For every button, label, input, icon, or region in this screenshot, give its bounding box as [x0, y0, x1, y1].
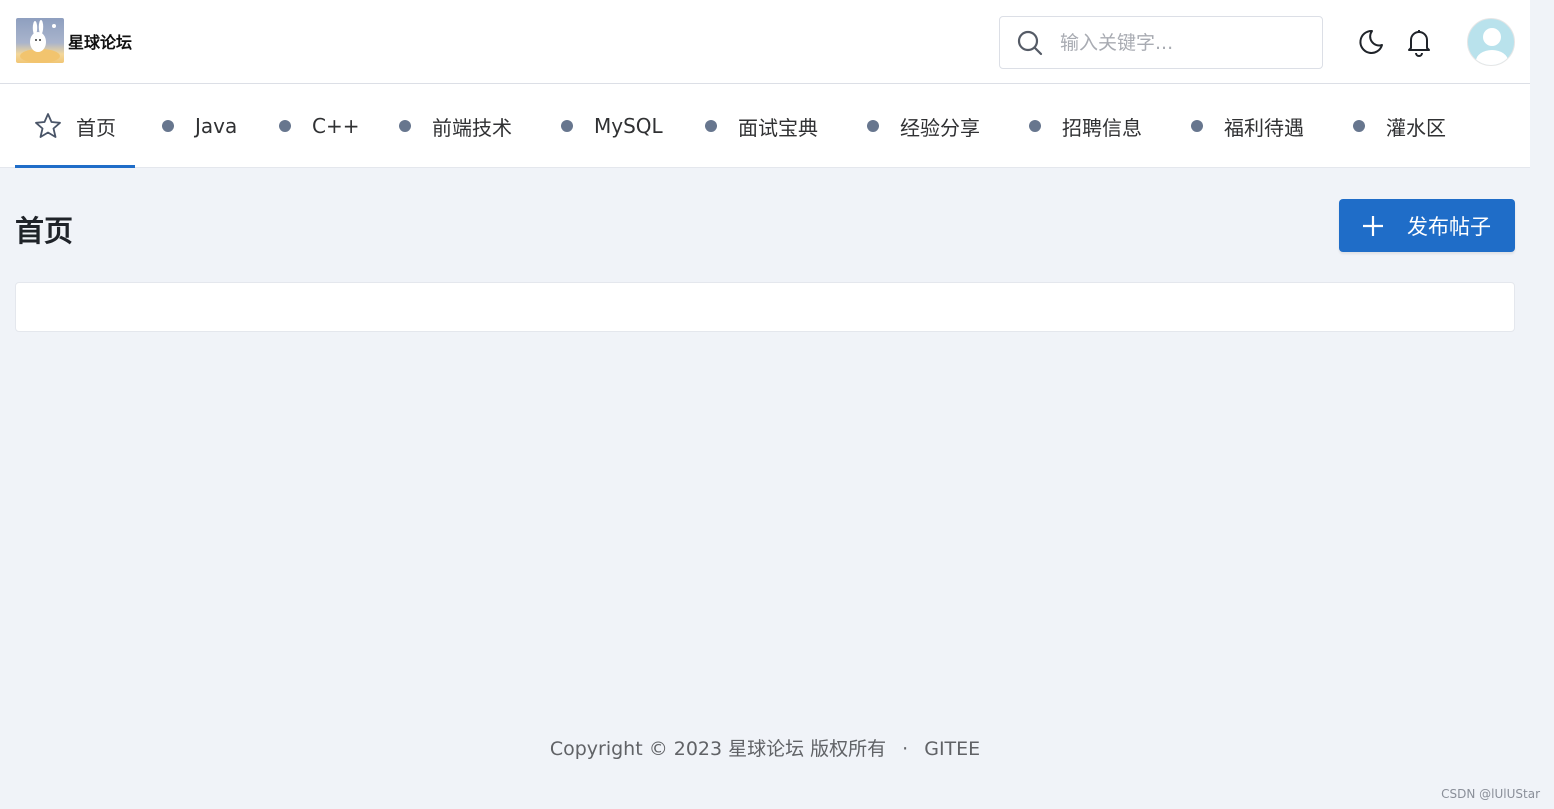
nav-item-label: 灌水区: [1386, 115, 1446, 140]
search-icon: [1017, 30, 1043, 55]
copyright-text: Copyright © 2023 星球论坛 版权所有: [549, 738, 887, 760]
nav-item-label: 福利待遇: [1224, 115, 1304, 140]
gitee-link[interactable]: GITEE: [924, 738, 980, 760]
nav-item-benefits[interactable]: 福利待遇: [1191, 84, 1304, 168]
dot-icon: [1353, 120, 1365, 132]
page-title: 首页: [15, 214, 74, 248]
nav-item-label: Java: [195, 114, 238, 138]
nav-item-interview[interactable]: 面试宝典: [705, 84, 818, 168]
dot-icon: [162, 120, 174, 132]
nav-item-label: 首页: [76, 115, 116, 140]
footer: Copyright © 2023 星球论坛 版权所有 · GITEE: [0, 734, 1530, 761]
nav-item-label: 经验分享: [900, 115, 980, 140]
logo[interactable]: 星球论坛: [16, 18, 132, 63]
plus-icon: [1361, 214, 1385, 238]
notifications-button[interactable]: [1404, 26, 1434, 58]
dot-icon: [279, 120, 291, 132]
logo-image: [16, 18, 64, 63]
post-list: [15, 282, 1515, 332]
nav-item-label: C++: [312, 114, 360, 138]
dot-icon: [399, 120, 411, 132]
publish-post-button[interactable]: 发布帖子: [1339, 199, 1515, 252]
nav-item-label: MySQL: [594, 114, 663, 138]
nav-item-experience[interactable]: 经验分享: [867, 84, 980, 168]
star-icon: [34, 112, 62, 140]
nav-item-label: 前端技术: [432, 115, 512, 140]
nav-item-label: 面试宝典: [738, 115, 818, 140]
dot-icon: [1029, 120, 1041, 132]
dot-icon: [561, 120, 573, 132]
dot-icon: [705, 120, 717, 132]
search-input[interactable]: [1060, 31, 1310, 54]
page: 星球论坛 输入关键字... 首页 Java C++ 前端技术 MySQL 面试宝…: [0, 0, 1554, 809]
nav-item-cpp[interactable]: C++: [279, 84, 359, 168]
user-avatar[interactable]: [1467, 18, 1515, 66]
scrollbar-gutter: [1530, 0, 1554, 809]
dark-mode-toggle[interactable]: [1356, 26, 1386, 58]
footer-separator: ·: [902, 738, 909, 760]
nav-item-home[interactable]: 首页: [34, 84, 116, 168]
nav-item-chat[interactable]: 灌水区: [1353, 84, 1446, 168]
nav-item-java[interactable]: Java: [162, 84, 237, 168]
moon-icon: [1359, 29, 1383, 54]
dot-icon: [1191, 120, 1203, 132]
logo-title: 星球论坛: [68, 32, 133, 52]
top-header: 星球论坛: [0, 0, 1530, 84]
publish-post-label: 发布帖子: [1407, 214, 1491, 239]
nav-item-jobs[interactable]: 招聘信息: [1029, 84, 1142, 168]
bell-icon: [1408, 30, 1430, 57]
nav-item-mysql[interactable]: MySQL: [561, 84, 663, 168]
main-content: 首页 发布帖子 Copyright © 2023 星球论坛 版权所有 · GITEE: [0, 168, 1530, 809]
search-box[interactable]: [999, 16, 1323, 69]
category-nav: 首页 Java C++ 前端技术 MySQL 面试宝典 经验分享 招聘信息 福利…: [0, 84, 1530, 168]
dot-icon: [867, 120, 879, 132]
nav-item-frontend[interactable]: 前端技术: [399, 84, 512, 168]
watermark: CSDN @lUlUStar: [1441, 787, 1540, 801]
nav-item-label: 招聘信息: [1062, 115, 1142, 140]
user-icon: [1476, 28, 1508, 65]
